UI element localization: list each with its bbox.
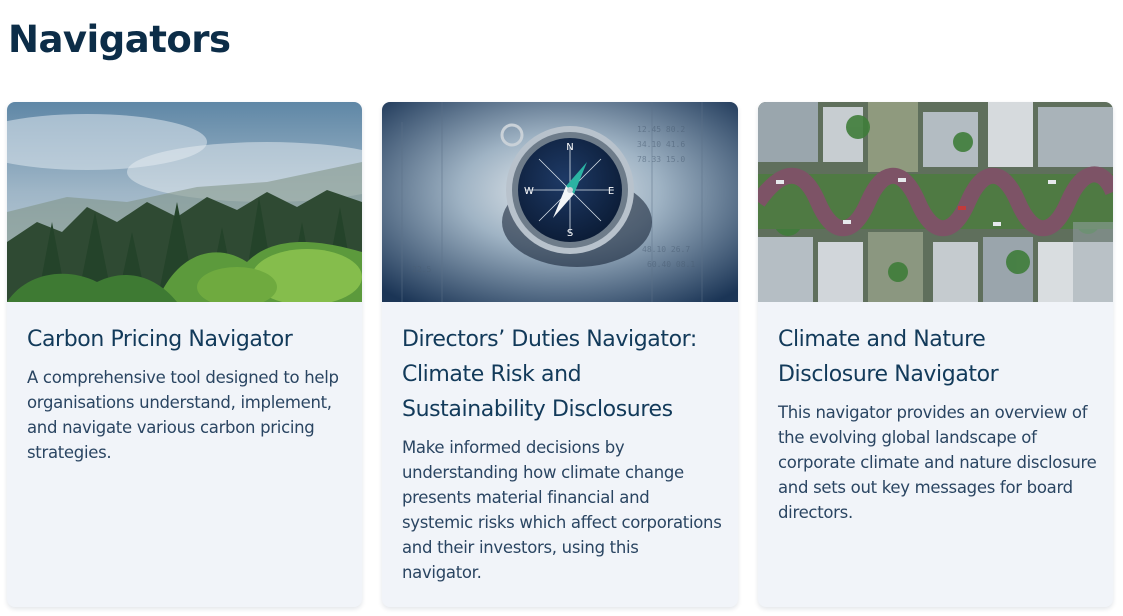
navigator-card-directors-duties[interactable]: 12.45 80.2 34.10 41.6 78.33 15.0 48.10 26.… bbox=[382, 102, 738, 607]
card-title[interactable]: Directors’ Duties Navigator: Climate Ris… bbox=[402, 322, 722, 427]
svg-text:12.45 80.2: 12.45 80.2 bbox=[637, 125, 685, 134]
card-title[interactable]: Climate and Nature Disclosure Navigator bbox=[778, 322, 1097, 392]
svg-text:E: E bbox=[608, 186, 614, 197]
misty-forest-image[interactable] bbox=[7, 102, 362, 302]
navigator-card-climate-nature-disclosure[interactable]: Climate and Nature Disclosure Navigator … bbox=[758, 102, 1113, 607]
svg-text:34.10 41.6: 34.10 41.6 bbox=[637, 140, 685, 149]
card-description: This navigator provides an overview of t… bbox=[778, 403, 1097, 522]
card-body: Carbon Pricing Navigator A comprehensive… bbox=[27, 322, 346, 465]
svg-text:60.40 08.1: 60.40 08.1 bbox=[647, 260, 695, 269]
card-body: Climate and Nature Disclosure Navigator … bbox=[778, 322, 1097, 525]
svg-text:22.5: 22.5 bbox=[412, 265, 431, 274]
card-title[interactable]: Carbon Pricing Navigator bbox=[27, 322, 346, 357]
svg-text:48.10 26.7: 48.10 26.7 bbox=[642, 245, 690, 254]
card-body: Directors’ Duties Navigator: Climate Ris… bbox=[402, 322, 722, 585]
navigator-card-carbon-pricing[interactable]: Carbon Pricing Navigator A comprehensive… bbox=[7, 102, 362, 607]
compass-on-stock-listings-image[interactable]: 12.45 80.2 34.10 41.6 78.33 15.0 48.10 26.… bbox=[382, 102, 738, 302]
aerial-winding-street-image[interactable] bbox=[758, 102, 1113, 302]
card-description: A comprehensive tool designed to help or… bbox=[27, 368, 339, 462]
navigator-card-list: Carbon Pricing Navigator A comprehensive… bbox=[7, 102, 1117, 608]
page-title: Navigators bbox=[8, 18, 231, 61]
svg-text:78.33 15.0: 78.33 15.0 bbox=[637, 155, 685, 164]
svg-text:W: W bbox=[524, 186, 534, 197]
card-description: Make informed decisions by understanding… bbox=[402, 438, 722, 582]
